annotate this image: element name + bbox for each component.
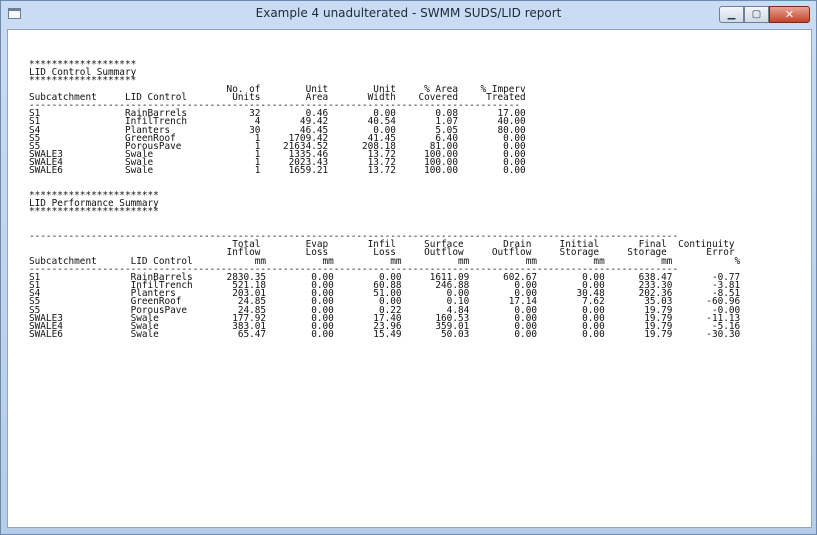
close-icon: ✕ <box>784 8 795 21</box>
report-line: *********************** <box>29 206 159 218</box>
close-button[interactable]: ✕ <box>769 6 810 23</box>
report-window: Example 4 unadulterated - SWMM SUDS/LID … <box>0 0 817 535</box>
minimize-button[interactable]: ▁ <box>719 6 744 23</box>
report-content: ******************* LID Control Summary **… <box>29 60 741 341</box>
report-text-area[interactable]: ******************* LID Control Summary **… <box>7 29 812 528</box>
report-line: SWALE6 Swale 1 1659.21 13.72 100.00 0.00 <box>29 165 526 177</box>
window-controls: ▁ ▢ ✕ <box>719 6 810 23</box>
report-line <box>29 217 740 225</box>
report-line <box>29 176 740 184</box>
title-bar[interactable]: Example 4 unadulterated - SWMM SUDS/LID … <box>1 1 816 27</box>
maximize-button[interactable]: ▢ <box>744 6 769 23</box>
minimize-icon: ▁ <box>727 9 736 20</box>
report-line: SWALE6 Swale 65.47 0.00 15.49 50.03 0.00… <box>29 329 741 341</box>
maximize-icon: ▢ <box>751 9 762 20</box>
window-title: Example 4 unadulterated - SWMM SUDS/LID … <box>255 6 562 20</box>
